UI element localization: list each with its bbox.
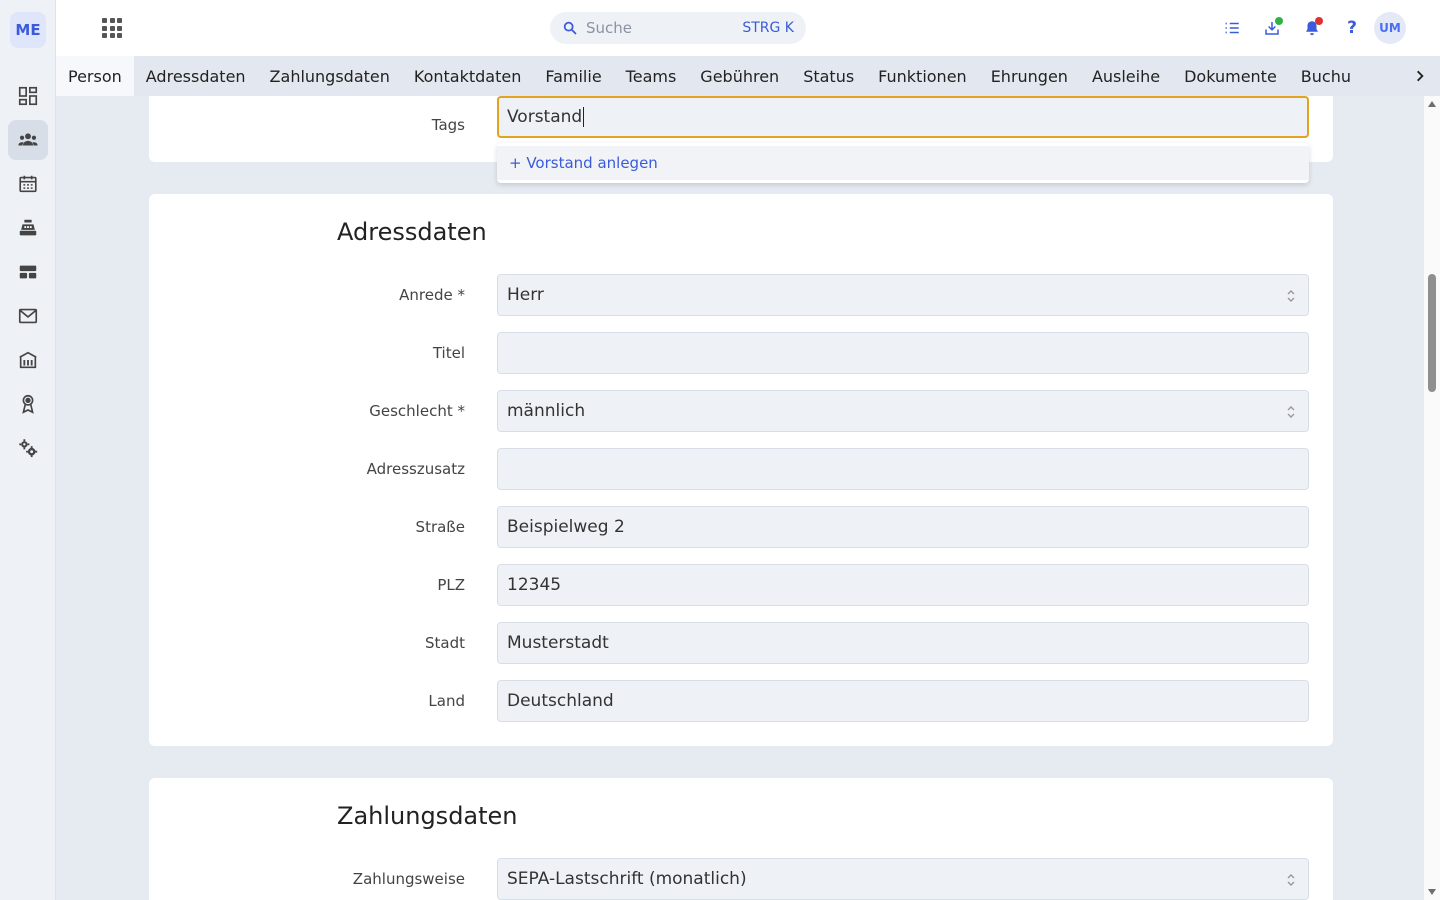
page-scrollbar[interactable] [1424, 96, 1440, 900]
tags-input[interactable]: Vorstand [497, 96, 1309, 138]
app-grid-icon[interactable] [102, 18, 122, 38]
sidebar: ME [0, 0, 56, 900]
search-placeholder: Suche [586, 19, 633, 37]
section-tabs: Person Adressdaten Zahlungsdaten Kontakt… [56, 56, 1440, 96]
select-arrows-icon [1287, 406, 1295, 418]
search-box[interactable]: Suche STRG K [550, 12, 806, 44]
sidebar-item-mail[interactable] [8, 296, 48, 336]
tags-suggestion-dropdown: + Vorstand anlegen [497, 143, 1309, 183]
payment-card: Zahlungsdaten Zahlungsweise SEPA-Lastsch… [149, 778, 1333, 900]
tab-familie[interactable]: Familie [533, 56, 613, 96]
anrede-label: Anrede * [399, 286, 465, 304]
scroll-down-arrow-icon[interactable] [1428, 889, 1436, 895]
zahlungsweise-label: Zahlungsweise [352, 870, 465, 888]
scroll-up-arrow-icon[interactable] [1428, 101, 1436, 107]
geschlecht-select[interactable]: männlich [497, 390, 1309, 432]
task-list-button[interactable] [1220, 16, 1244, 40]
tab-person[interactable]: Person [56, 56, 134, 96]
members-icon [18, 133, 38, 146]
search-shortcut: STRG K [742, 20, 794, 36]
address-section-title: Adressdaten [337, 218, 487, 246]
table-layout-icon [19, 265, 37, 279]
zahlungsweise-select[interactable]: SEPA-Lastschrift (monatlich) [497, 858, 1309, 900]
user-avatar[interactable]: UM [1374, 12, 1406, 44]
download-status-dot [1275, 17, 1283, 25]
tab-status[interactable]: Status [791, 56, 866, 96]
tab-dokumente[interactable]: Dokumente [1172, 56, 1289, 96]
geschlecht-label: Geschlecht * [369, 402, 465, 420]
top-bar: Suche STRG K ? UM [56, 0, 1440, 56]
notification-dot [1315, 17, 1323, 25]
strasse-input[interactable]: Beispielweg 2 [497, 506, 1309, 548]
tab-teams[interactable]: Teams [614, 56, 689, 96]
notifications-button[interactable] [1300, 16, 1324, 40]
building-icon [19, 351, 37, 369]
dashboard-icon [18, 86, 38, 106]
geschlecht-value: männlich [507, 401, 586, 421]
tab-kontaktdaten[interactable]: Kontaktdaten [402, 56, 533, 96]
plz-label: PLZ [437, 576, 465, 594]
list-icon [1225, 22, 1239, 34]
tabs-fade [1352, 56, 1400, 96]
settings-icon [19, 439, 38, 458]
sidebar-item-dashboard[interactable] [8, 76, 48, 116]
sidebar-item-layout[interactable] [8, 252, 48, 292]
scroll-thumb[interactable] [1428, 274, 1436, 392]
tab-adressdaten[interactable]: Adressdaten [134, 56, 258, 96]
anrede-value: Herr [507, 285, 544, 305]
plz-input[interactable]: 12345 [497, 564, 1309, 606]
app-logo[interactable]: ME [10, 12, 46, 48]
land-label: Land [428, 692, 465, 710]
tags-value: Vorstand [507, 107, 583, 127]
tab-zahlungsdaten[interactable]: Zahlungsdaten [258, 56, 402, 96]
create-tag-option[interactable]: + Vorstand anlegen [497, 146, 1309, 180]
stadt-label: Stadt [425, 634, 465, 652]
land-input[interactable]: Deutschland [497, 680, 1309, 722]
help-button[interactable]: ? [1340, 16, 1364, 40]
calendar-icon [19, 175, 37, 193]
zahlungsweise-value: SEPA-Lastschrift (monatlich) [507, 869, 747, 889]
anrede-select[interactable]: Herr [497, 274, 1309, 316]
stadt-input[interactable]: Musterstadt [497, 622, 1309, 664]
select-arrows-icon [1287, 290, 1295, 302]
sidebar-item-register[interactable] [8, 208, 48, 248]
titel-input[interactable] [497, 332, 1309, 374]
mail-icon [18, 308, 38, 324]
sidebar-item-building[interactable] [8, 340, 48, 380]
sidebar-item-members[interactable] [8, 120, 48, 160]
titel-label: Titel [432, 344, 465, 362]
tab-funktionen[interactable]: Funktionen [866, 56, 979, 96]
select-arrows-icon [1287, 874, 1295, 886]
sidebar-item-settings[interactable] [8, 428, 48, 468]
text-cursor [583, 107, 585, 127]
payment-section-title: Zahlungsdaten [337, 802, 518, 830]
chevron-right-icon [1417, 70, 1424, 82]
tab-gebuehren[interactable]: Gebühren [688, 56, 791, 96]
form-content: Tags Vorstand Adressdaten Anrede * Herr … [56, 96, 1424, 900]
tab-ausleihe[interactable]: Ausleihe [1080, 56, 1172, 96]
award-icon [22, 394, 34, 414]
adresszusatz-label: Adresszusatz [366, 460, 465, 478]
tabs-scroll-right-button[interactable] [1400, 56, 1440, 96]
downloads-button[interactable] [1260, 16, 1284, 40]
address-card: Adressdaten Anrede * Herr Titel Geschlec… [149, 194, 1333, 746]
strasse-label: Straße [415, 518, 465, 536]
adresszusatz-input[interactable] [497, 448, 1309, 490]
search-icon [563, 21, 577, 35]
tags-label: Tags [431, 116, 465, 134]
sidebar-item-calendar[interactable] [8, 164, 48, 204]
tab-ehrungen[interactable]: Ehrungen [979, 56, 1080, 96]
register-icon [19, 219, 37, 236]
sidebar-item-awards[interactable] [8, 384, 48, 424]
